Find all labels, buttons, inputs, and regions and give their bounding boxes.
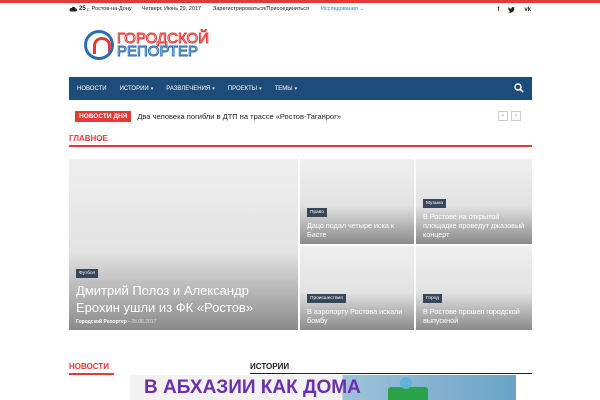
ticker-controls: ‹ › [498, 111, 521, 121]
section-title-news: НОВОСТИ [69, 362, 110, 371]
site-logo[interactable]: ГОРОДСКОЙ РЕПОРТЕР [84, 30, 209, 60]
tile-caption: Право Дацо подал четыре иска к Басте [307, 200, 408, 239]
nav-items: НОВОСТИ ИСТОРИИ ▾ РАЗВЛЕЧЕНИЯ ▾ ПРОЕКТЫ ▾ Т… [69, 77, 532, 100]
article-tile[interactable]: Право Дацо подал четыре иска к Басте [300, 159, 414, 244]
chevron-down-icon: ⌄ [359, 6, 365, 12]
weather-temp: 25 [79, 6, 86, 12]
article-date: 28.06.2017 [131, 319, 157, 325]
cloud-icon [69, 6, 77, 12]
main-nav: НОВОСТИ ИСТОРИИ ▾ РАЗВЛЕЧЕНИЯ ▾ ПРОЕКТЫ ▾ Т… [69, 77, 532, 100]
article-tile[interactable]: Музыка В Ростове на открытой площадке пр… [416, 159, 532, 244]
category-badge[interactable]: Футбол [76, 269, 99, 278]
research-label: Исследования [320, 6, 358, 12]
chevron-down-icon: ▾ [212, 85, 215, 92]
nav-item-label: НОВОСТИ [77, 85, 107, 92]
article-meta: Городской Репортер - 28.06.2017 [76, 319, 292, 325]
social-links: f vk [497, 7, 531, 15]
chevron-down-icon: ▾ [294, 85, 298, 92]
chevron-down-icon: ▾ [259, 85, 262, 92]
nav-item-label: ИСТОРИИ [119, 85, 149, 92]
tile-caption: Город В Ростове прошел городской выпускн… [423, 286, 526, 325]
featured-title[interactable]: Дмитрий Полоз и Александр Ерохин ушли из… [76, 282, 292, 316]
nav-item-news[interactable]: НОВОСТИ [77, 86, 107, 92]
register-link[interactable]: Зарегистрироваться/Присоединиться [213, 6, 309, 12]
top-bar: 25 C Ростов-на-Дону Четверг, Июнь 29, 20… [0, 0, 600, 20]
top-bar-left: 25 C Ростов-на-Дону Четверг, Июнь 29, 20… [69, 6, 388, 12]
nav-item-projects[interactable]: ПРОЕКТЫ ▾ [228, 86, 262, 92]
logo-line-2: РЕПОРТЕР [117, 43, 199, 60]
logo-emblem [84, 30, 114, 60]
person-image [400, 377, 412, 389]
section-divider [250, 373, 532, 374]
section-title-stories: ИСТОРИИ [250, 362, 290, 371]
category-badge[interactable]: Музыка [423, 199, 446, 208]
weather-widget: 25 C Ростов-на-Дону [69, 6, 132, 12]
facebook-icon[interactable]: f [497, 7, 499, 15]
ticker-label: НОВОСТИ ДНЯ [75, 111, 132, 122]
featured-article[interactable]: Футбол Дмитрий Полоз и Александр Ерохин … [69, 159, 298, 330]
nav-item-stories[interactable]: ИСТОРИИ ▾ [120, 86, 154, 92]
nav-item-label: РАЗВЛЕЧЕНИЯ [166, 85, 211, 92]
vk-icon[interactable]: vk [524, 7, 531, 15]
research-dropdown[interactable]: Исследования ⌄ [321, 6, 377, 12]
sofa-image [388, 387, 428, 400]
nav-item-label: ТЕМЫ [274, 85, 293, 92]
nav-item-label: ПРОЕКТЫ [227, 85, 258, 92]
category-badge[interactable]: Право [307, 208, 327, 217]
tile-title[interactable]: Дацо подал четыре иска к Басте [307, 221, 408, 239]
twitter-icon[interactable] [508, 7, 516, 15]
tile-caption: Музыка В Ростове на открытой площадке пр… [423, 191, 526, 239]
tile-title[interactable]: В Ростове прошел городской выпускной [423, 307, 526, 325]
chevron-left-icon[interactable]: ‹ [498, 111, 508, 121]
section-divider [69, 145, 532, 147]
chevron-down-icon: ▾ [150, 85, 154, 92]
nav-item-topics[interactable]: ТЕМЫ ▾ [275, 86, 298, 92]
meta-separator: - [128, 319, 130, 325]
tile-title[interactable]: В аэропорту Ростова искали бомбу [307, 307, 408, 325]
article-tile[interactable]: Происшествия В аэропорту Ростова искали … [300, 246, 414, 330]
current-date: Четверг, Июнь 29, 2017 [141, 6, 202, 12]
tile-caption: Происшествия В аэропорту Ростова искали … [307, 286, 408, 325]
tile-title[interactable]: В Ростове на открытой площадке проведут … [423, 212, 526, 239]
news-ticker: НОВОСТИ ДНЯ Два человека погибли в ДТП н… [75, 110, 341, 123]
ticker-headline[interactable]: Два человека погибли в ДТП на трассе «Ро… [137, 112, 341, 121]
article-author[interactable]: Городской Репортер [76, 319, 127, 325]
category-badge[interactable]: Город [423, 294, 442, 303]
logo-text: ГОРОДСКОЙ РЕПОРТЕР [117, 31, 210, 60]
article-tile[interactable]: Город В Ростове прошел городской выпускн… [416, 246, 532, 330]
weather-unit: C [86, 6, 90, 12]
section-title-main: ГЛАВНОЕ [69, 134, 108, 143]
ad-banner[interactable]: В АБХАЗИИ КАК ДОМА [130, 375, 516, 400]
section-divider [69, 373, 114, 375]
weather-city: Ростов-на-Дону [91, 6, 132, 12]
chevron-right-icon[interactable]: › [511, 111, 521, 121]
category-badge[interactable]: Происшествия [307, 294, 346, 303]
search-icon[interactable] [514, 83, 524, 93]
nav-item-entertainment[interactable]: РАЗВЛЕЧЕНИЯ ▾ [166, 86, 215, 92]
featured-caption: Футбол Дмитрий Полоз и Александр Ерохин … [76, 261, 292, 325]
banner-text: В АБХАЗИИ КАК ДОМА [144, 377, 361, 398]
